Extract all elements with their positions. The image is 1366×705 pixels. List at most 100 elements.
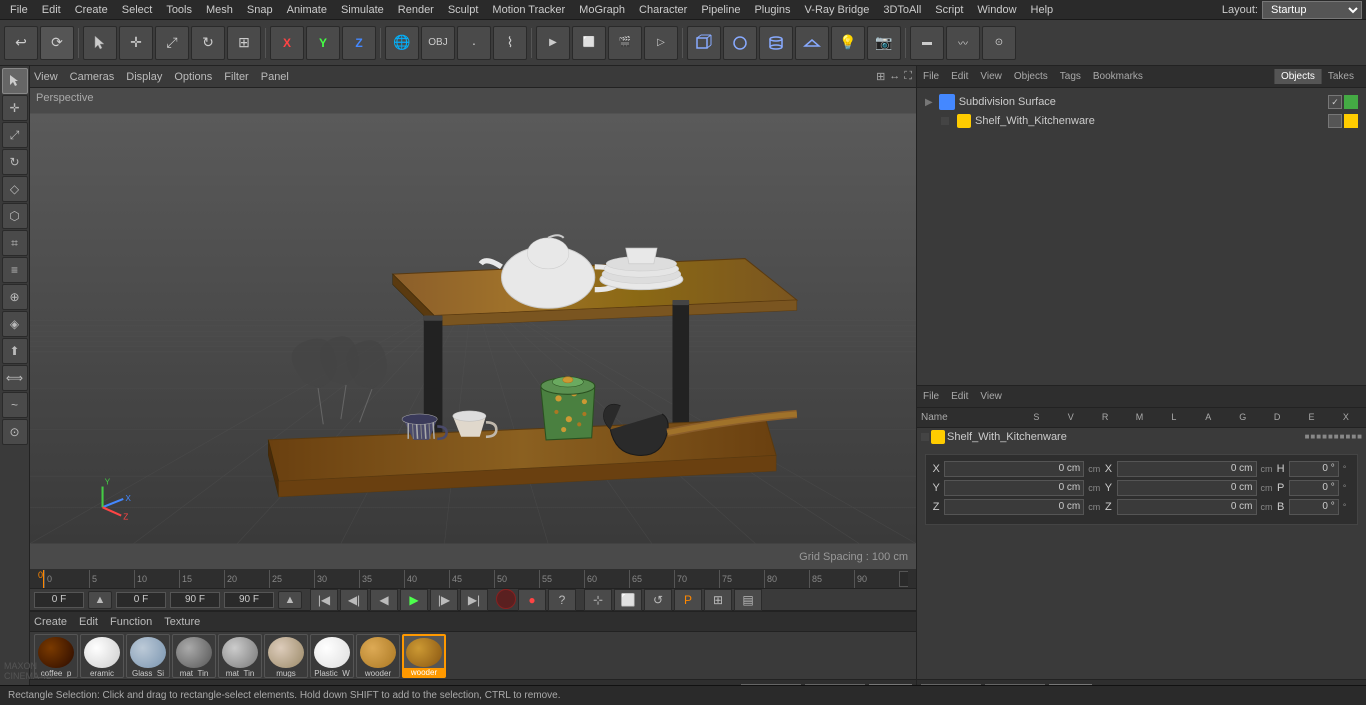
- help-button[interactable]: ?: [548, 589, 576, 611]
- preview-mode-button[interactable]: P: [674, 589, 702, 611]
- tool-paint[interactable]: ⊙: [2, 419, 28, 445]
- obj-menu-view[interactable]: View: [980, 71, 1002, 82]
- viewport-icon-1[interactable]: ⊞: [876, 70, 885, 83]
- menu-render[interactable]: Render: [392, 3, 440, 17]
- move-tool-button[interactable]: ✛: [119, 26, 153, 60]
- coord-h[interactable]: [1289, 461, 1339, 477]
- mat-menu-function[interactable]: Function: [110, 616, 152, 628]
- tool-bridge[interactable]: ≡: [2, 257, 28, 283]
- coord-b[interactable]: [1289, 499, 1339, 515]
- spline-button[interactable]: 〰: [946, 26, 980, 60]
- timeline-ruler[interactable]: 0 0 5 10 15 20 25 30 35 40 45 50 55 60 6…: [30, 569, 916, 589]
- menu-character[interactable]: Character: [633, 3, 693, 17]
- viewport-icon-3[interactable]: ⛶: [904, 70, 912, 83]
- tool-knife[interactable]: ⌗: [2, 230, 28, 256]
- obj-menu-objects[interactable]: Objects: [1014, 71, 1048, 82]
- menu-vray[interactable]: V-Ray Bridge: [799, 3, 876, 17]
- coord-y-pos[interactable]: [944, 480, 1084, 496]
- sphere-button[interactable]: [723, 26, 757, 60]
- undo-button[interactable]: ↩: [4, 26, 38, 60]
- menu-simulate[interactable]: Simulate: [335, 3, 390, 17]
- step-forward-button[interactable]: |▶: [430, 589, 458, 611]
- floor-button[interactable]: ▬: [910, 26, 944, 60]
- menu-select[interactable]: Select: [116, 3, 159, 17]
- mat-glass[interactable]: Glass_Si: [126, 634, 170, 678]
- obj-item-subdivision[interactable]: ▶ Subdivision Surface ✓: [921, 92, 1362, 112]
- loop-button[interactable]: ↺: [644, 589, 672, 611]
- attr-menu-view[interactable]: View: [980, 391, 1002, 402]
- tool-poly[interactable]: ⬡: [2, 203, 28, 229]
- tool-mirror[interactable]: ⟺: [2, 365, 28, 391]
- auto-key-button[interactable]: ●: [518, 589, 546, 611]
- layout-dropdown[interactable]: Startup: [1262, 1, 1362, 19]
- tool-scale[interactable]: ⤢: [2, 122, 28, 148]
- record-button[interactable]: [496, 589, 516, 609]
- edge-mode-button[interactable]: ⌇: [493, 26, 527, 60]
- menu-pipeline[interactable]: Pipeline: [695, 3, 746, 17]
- mat-wooder2[interactable]: wooder: [402, 634, 446, 678]
- obj-menu-tags[interactable]: Tags: [1060, 71, 1081, 82]
- viewport-menu-filter[interactable]: Filter: [224, 71, 248, 83]
- menu-plugins[interactable]: Plugins: [748, 3, 796, 17]
- step-back-button[interactable]: ◀|: [340, 589, 368, 611]
- keyframe-button[interactable]: ⬜: [614, 589, 642, 611]
- scale-tool-button[interactable]: ⤢: [155, 26, 189, 60]
- mat-plastic[interactable]: Plastic_W: [310, 634, 354, 678]
- play-forward-button[interactable]: ▶: [400, 589, 428, 611]
- mat-menu-edit[interactable]: Edit: [79, 616, 98, 628]
- render-region-button[interactable]: ⬜: [572, 26, 606, 60]
- axis-x-button[interactable]: X: [270, 26, 304, 60]
- menu-create[interactable]: Create: [69, 3, 114, 17]
- rotate-tool-button[interactable]: ↻: [191, 26, 225, 60]
- menu-motion-tracker[interactable]: Motion Tracker: [486, 3, 571, 17]
- menu-mograph[interactable]: MoGraph: [573, 3, 631, 17]
- cube-button[interactable]: [687, 26, 721, 60]
- go-end-button[interactable]: ▶|: [460, 589, 488, 611]
- camera-button[interactable]: 📷: [867, 26, 901, 60]
- preview-end-up[interactable]: ▲: [278, 591, 302, 609]
- frame-nav-up[interactable]: ▲: [88, 591, 112, 609]
- tool-loop[interactable]: ⊕: [2, 284, 28, 310]
- go-start-button[interactable]: |◀: [310, 589, 338, 611]
- tool-extrude[interactable]: ⬆: [2, 338, 28, 364]
- tab-objects[interactable]: Objects: [1274, 69, 1321, 84]
- viewport-menu-view[interactable]: View: [34, 71, 58, 83]
- obj-menu-edit[interactable]: Edit: [951, 71, 968, 82]
- start-frame-input[interactable]: [116, 592, 166, 608]
- coord-y-size[interactable]: [1117, 480, 1257, 496]
- mat-coffee[interactable]: coffee_p: [34, 634, 78, 678]
- mat-ceramic[interactable]: eramic: [80, 634, 124, 678]
- viewport-menu-options[interactable]: Options: [174, 71, 212, 83]
- obj-menu-file[interactable]: File: [923, 71, 939, 82]
- point-mode-button[interactable]: ·: [457, 26, 491, 60]
- render-active-button[interactable]: 🎬: [608, 26, 642, 60]
- tool-bevel[interactable]: ◈: [2, 311, 28, 337]
- mat-tin2[interactable]: mat_Tin: [218, 634, 262, 678]
- obj-cb-yellow[interactable]: [1344, 114, 1358, 128]
- tool-select[interactable]: [2, 68, 28, 94]
- select-tool-button[interactable]: [83, 26, 117, 60]
- obj-item-shelf[interactable]: Shelf_With_Kitchenware: [921, 112, 1362, 130]
- menu-edit[interactable]: Edit: [36, 3, 67, 17]
- plane-button[interactable]: [795, 26, 829, 60]
- viewport-3d[interactable]: Perspective: [30, 88, 916, 569]
- axis-z-button[interactable]: Z: [342, 26, 376, 60]
- attr-object-row[interactable]: Shelf_With_Kitchenware ■ ■ ■ ■ ■ ■ ■ ■ ■…: [917, 428, 1366, 446]
- coord-p[interactable]: [1289, 480, 1339, 496]
- end-frame-input2[interactable]: [170, 592, 220, 608]
- menu-snap[interactable]: Snap: [241, 3, 279, 17]
- coord-x-size[interactable]: [1117, 461, 1257, 477]
- obj-cb-check2[interactable]: [1328, 114, 1342, 128]
- coord-x-pos[interactable]: [944, 461, 1084, 477]
- mat-tin1[interactable]: mat_Tin: [172, 634, 216, 678]
- menu-window[interactable]: Window: [971, 3, 1022, 17]
- menu-help[interactable]: Help: [1025, 3, 1060, 17]
- mat-wooder1[interactable]: wooder: [356, 634, 400, 678]
- viewport-icon-2[interactable]: ↔: [889, 70, 900, 83]
- anim-preview-button[interactable]: ▷: [644, 26, 678, 60]
- dope-sheet-button[interactable]: ▤: [734, 589, 762, 611]
- field-button[interactable]: ⊙: [982, 26, 1016, 60]
- cylinder-button[interactable]: [759, 26, 793, 60]
- coord-z-size[interactable]: [1117, 499, 1257, 515]
- tool-move[interactable]: ✛: [2, 95, 28, 121]
